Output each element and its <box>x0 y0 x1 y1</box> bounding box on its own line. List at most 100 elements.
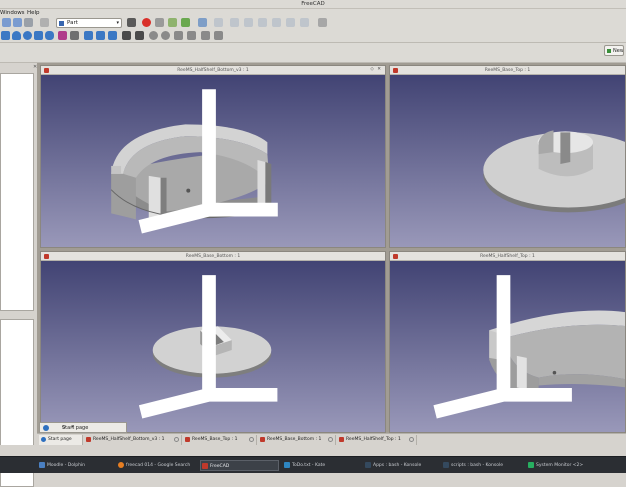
section-icon[interactable] <box>201 31 210 40</box>
close-tab-icon[interactable] <box>409 437 414 442</box>
torus-icon[interactable] <box>45 31 54 40</box>
view-right-icon[interactable] <box>272 18 281 27</box>
axis-cross-icon <box>138 89 278 234</box>
close-tab-icon[interactable] <box>249 437 254 442</box>
base-top-model <box>483 130 625 213</box>
viewport-titlebar: ReeMS_Base_Top : 1 <box>390 66 625 75</box>
tab-halfshelf-bottom[interactable]: ReeMS_HalfShelf_Bottom_v3 : 1 <box>84 435 182 445</box>
view-axo-icon[interactable] <box>230 18 239 27</box>
fuse-icon[interactable] <box>174 31 183 40</box>
viewport-halfshelf-top[interactable]: ReeMS_HalfShelf_Top : 1 <box>389 251 626 433</box>
window-title: FreeCAD <box>301 1 325 7</box>
task-label: Moodle - Dolphin <box>47 462 86 468</box>
start-page-window[interactable]: Start page ◇ ✕ <box>39 422 127 433</box>
window-controls[interactable]: ◇ ✕ <box>62 425 123 430</box>
status-bar <box>0 445 626 456</box>
window-titlebar: FreeCAD <box>0 0 626 9</box>
freecad-doc-icon <box>86 437 91 442</box>
globe-icon <box>41 437 46 442</box>
folder-icon <box>39 462 45 468</box>
view-bottom-icon[interactable] <box>300 18 309 27</box>
tab-label: ReeMS_HalfShelf_Top : 1 <box>346 437 401 442</box>
toolbar-main: Part ▾ <box>0 16 626 30</box>
terminal-icon <box>443 462 449 468</box>
sphere-icon[interactable] <box>23 31 32 40</box>
tab-label: Start page <box>48 437 72 442</box>
zoom-fit-icon[interactable] <box>198 18 207 27</box>
viewport-halfshelf-bottom[interactable]: ReeMS_HalfShelf_Bottom_v3 : 1 ◇ ✕ <box>40 65 386 248</box>
cut-icon[interactable] <box>161 31 170 40</box>
cone-icon[interactable] <box>34 31 43 40</box>
view-rear-icon[interactable] <box>286 18 295 27</box>
task-browser[interactable]: freecad 014 - Google Search <box>117 460 195 471</box>
chevron-down-icon: ▾ <box>116 20 119 26</box>
new-doc-icon <box>607 49 611 53</box>
freecad-icon <box>202 463 208 469</box>
revolve-icon[interactable] <box>96 31 105 40</box>
draw-style-icon[interactable] <box>214 18 223 27</box>
workbench-selector[interactable]: Part ▾ <box>56 18 122 28</box>
combo-view-panel: ✕ <box>0 63 37 487</box>
edit-macro-icon[interactable] <box>168 18 177 27</box>
3d-canvas[interactable] <box>390 75 625 247</box>
mdi-area: ReeMS_HalfShelf_Bottom_v3 : 1 ◇ ✕ ReeMS_… <box>37 63 626 433</box>
task-label: System Monitor <2> <box>536 462 584 468</box>
task-label: freecad 014 - Google Search <box>126 462 191 468</box>
monitor-icon <box>528 462 534 468</box>
cube-icon[interactable] <box>1 31 10 40</box>
task-dolphin[interactable]: Moodle - Dolphin <box>38 460 112 471</box>
refresh-icon[interactable] <box>24 18 33 27</box>
terminal-icon <box>365 462 371 468</box>
task-label: scripts : bash - Konsole <box>451 462 504 468</box>
shape-builder-icon[interactable] <box>70 31 79 40</box>
3d-canvas[interactable] <box>41 75 385 247</box>
view-top-icon[interactable] <box>258 18 267 27</box>
stop-macro-icon[interactable] <box>155 18 164 27</box>
task-system-monitor[interactable]: System Monitor <2> <box>527 460 626 471</box>
new-button[interactable]: New <box>604 45 624 56</box>
run-macro-icon[interactable] <box>181 18 190 27</box>
document-tab-bar: Start page ReeMS_HalfShelf_Bottom_v3 : 1… <box>37 433 626 445</box>
freecad-doc-icon <box>339 437 344 442</box>
undo-icon[interactable] <box>2 18 11 27</box>
task-label: Apps : bash - Konsole <box>373 462 422 468</box>
desktop-taskbar: Moodle - Dolphin freecad 014 - Google Se… <box>0 456 626 473</box>
viewport-title: ReeMS_Base_Top : 1 <box>484 67 531 73</box>
3d-canvas[interactable] <box>390 261 625 432</box>
tab-start-page[interactable]: Start page <box>39 435 83 445</box>
primitives-icon[interactable] <box>58 31 67 40</box>
task-kate[interactable]: ToDo.txt - Kate <box>283 460 361 471</box>
tab-base-top[interactable]: ReeMS_Base_Top : 1 <box>183 435 257 445</box>
close-tab-icon[interactable] <box>174 437 179 442</box>
tab-halfshelf-top[interactable]: ReeMS_HalfShelf_Top : 1 <box>337 435 417 445</box>
mirror-icon[interactable] <box>108 31 117 40</box>
toolbar-band: New <box>0 43 626 63</box>
axis-cross-icon <box>433 275 572 419</box>
redo-icon[interactable] <box>13 18 22 27</box>
boolean-icon[interactable] <box>149 31 158 40</box>
cylinder-icon[interactable] <box>12 31 21 40</box>
task-freecad[interactable]: FreeCAD <box>200 460 279 471</box>
browser-icon <box>118 462 124 468</box>
viewport-base-bottom[interactable]: ReeMS_Base_Bottom : 1 <box>40 251 386 433</box>
task-konsole-scripts[interactable]: scripts : bash - Konsole <box>442 460 522 471</box>
chamfer-icon[interactable] <box>135 31 144 40</box>
tab-label: ReeMS_HalfShelf_Bottom_v3 : 1 <box>93 437 165 442</box>
toolbar-part <box>0 29 626 43</box>
model-tree[interactable] <box>0 73 34 311</box>
view-front-icon[interactable] <box>244 18 253 27</box>
record-macro-icon[interactable] <box>142 18 151 27</box>
task-konsole-apps[interactable]: Apps : bash - Konsole <box>364 460 434 471</box>
cross-sections-icon[interactable] <box>214 31 223 40</box>
viewport-base-top[interactable]: ReeMS_Base_Top : 1 <box>389 65 626 248</box>
common-icon[interactable] <box>187 31 196 40</box>
close-tab-icon[interactable] <box>328 437 333 442</box>
macro-icon[interactable] <box>40 18 49 27</box>
fillet-icon[interactable] <box>122 31 131 40</box>
3d-canvas[interactable] <box>41 261 385 432</box>
tab-base-bottom[interactable]: ReeMS_Base_Bottom : 1 <box>258 435 336 445</box>
task-label: FreeCAD <box>210 463 230 469</box>
whats-this-icon[interactable] <box>127 18 136 27</box>
measure-icon[interactable] <box>318 18 327 27</box>
extrude-icon[interactable] <box>84 31 93 40</box>
